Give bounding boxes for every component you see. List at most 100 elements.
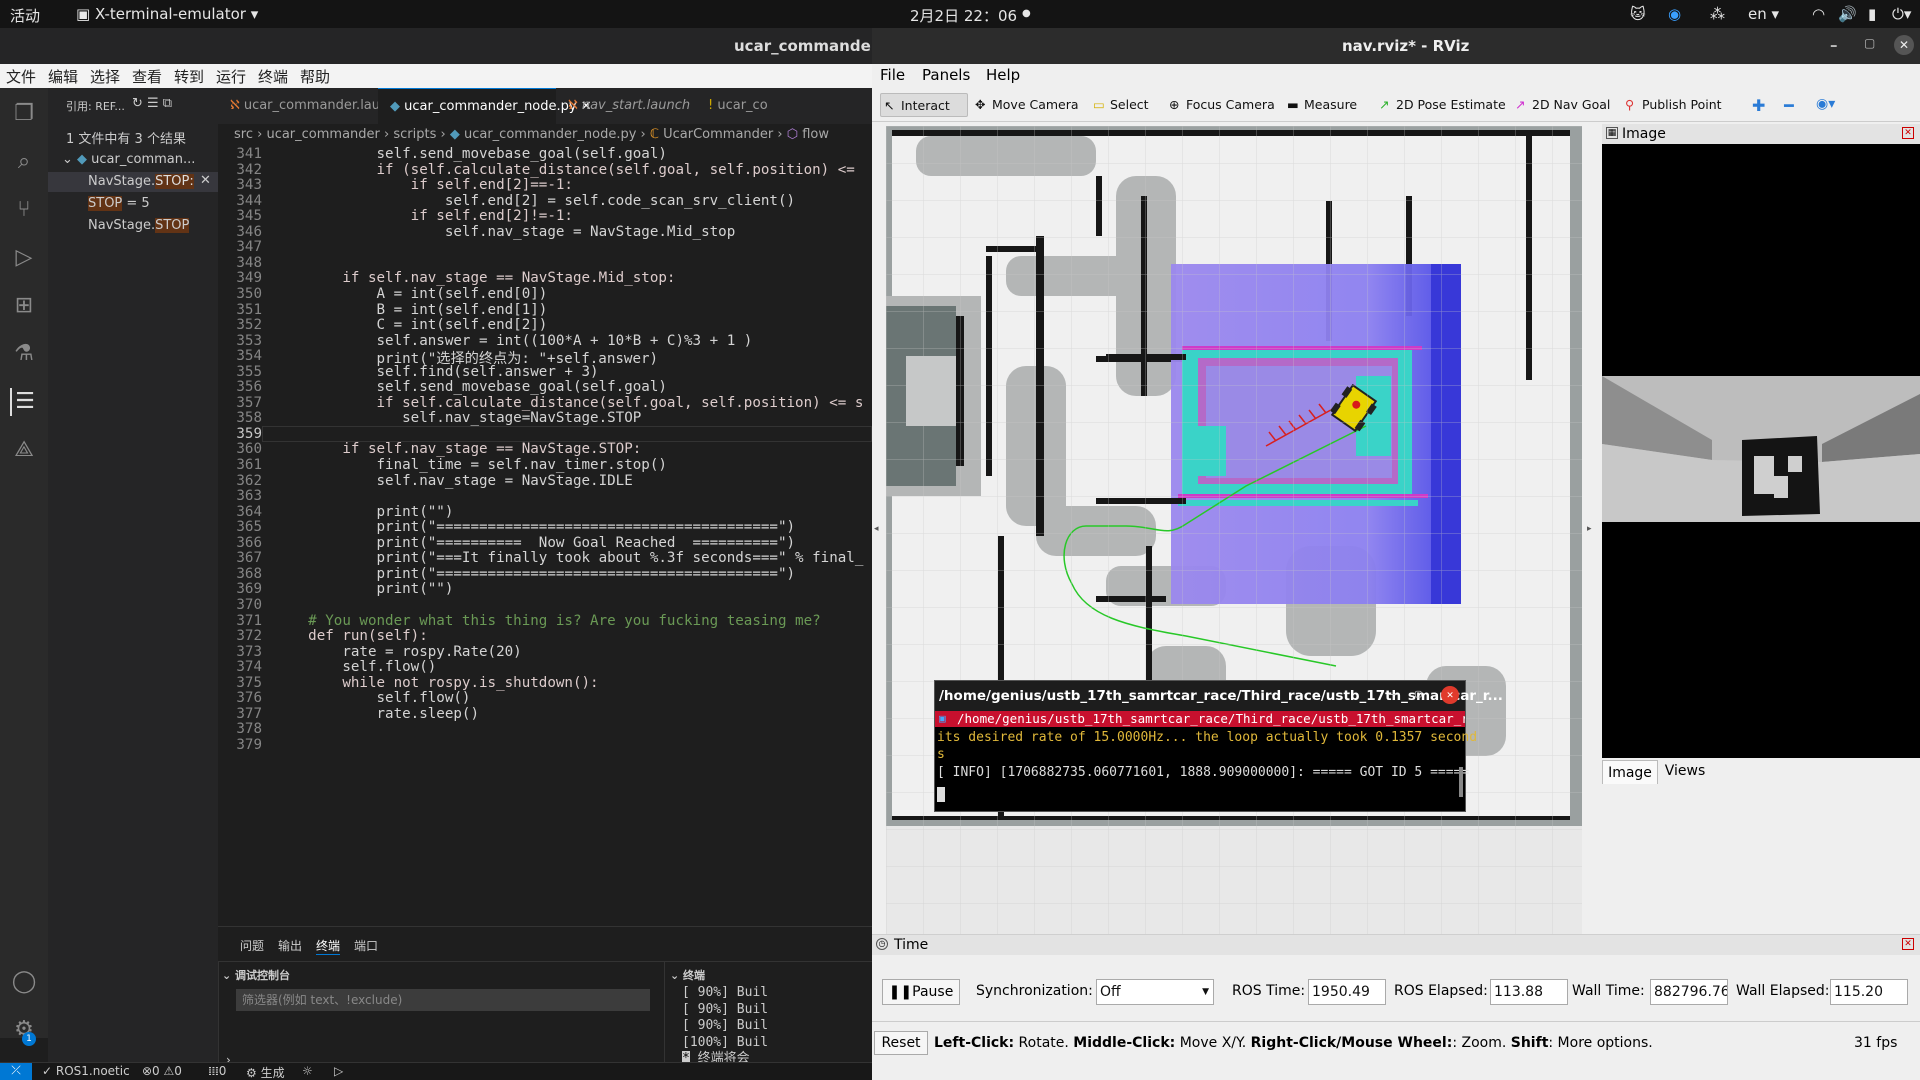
terminal-popup[interactable]: /home/genius/ustb_17th_samrtcar_race/Thi… (934, 680, 1503, 812)
terminal-close-icon[interactable]: ✕ (1441, 686, 1459, 704)
tool-interact[interactable]: ↖ Interact (880, 93, 968, 117)
activity-bar: ❐ ⌕ ⑂ ▷ ⊞ ⚗ ☰ ⟁ ◯ ⚙ (0, 88, 48, 1042)
build-button[interactable]: ⚙ 生成 (246, 1064, 285, 1080)
tab-image[interactable]: Image (1602, 760, 1658, 784)
tab-nav-start-launch[interactable]: ℵ nav_start.launch (556, 88, 696, 124)
terminal-header[interactable]: ⌄ 终端 (670, 967, 705, 983)
run-debug-icon[interactable]: ▷ (10, 244, 38, 272)
breadcrumb-src[interactable]: src (234, 127, 253, 142)
result-row[interactable]: STOP = 5 (88, 196, 150, 211)
maximize-icon[interactable]: ▢ (1864, 36, 1875, 50)
close-time-panel-icon[interactable]: ✕ (1902, 938, 1914, 950)
tool-2d-pose-estimate[interactable]: ↗ 2D Pose Estimate (1376, 93, 1506, 117)
result-row[interactable]: NavStage.STOP (88, 218, 190, 233)
reset-button[interactable]: Reset (874, 1031, 928, 1055)
add-tool-icon[interactable]: ✚ (1752, 96, 1765, 115)
close-panel-icon[interactable]: ✕ (1902, 127, 1914, 139)
remote-icon[interactable]: ⟁ (10, 436, 38, 464)
panel-tab-output[interactable]: 输出 (278, 937, 302, 954)
references-icon[interactable]: ☰ (10, 388, 38, 416)
minimize-icon[interactable]: – (1830, 36, 1838, 54)
battery-icon[interactable]: ▮ (1868, 5, 1876, 23)
cat-icon[interactable]: 🐱 (1630, 5, 1646, 23)
debug-filter-input[interactable]: 筛选器(例如 text、!exclude) (236, 989, 650, 1011)
menu-terminal[interactable]: 终端 (258, 66, 288, 87)
collapse-left-icon[interactable]: ◂ (874, 524, 879, 534)
3d-render-view[interactable]: /home/genius/ustb_17th_samrtcar_race/Thi… (886, 126, 1582, 960)
terminal-tab-bar[interactable]: /home/genius/ustb_17th_samrtcar_race/Thi… (935, 711, 1465, 727)
menu-help[interactable]: 帮助 (300, 66, 330, 87)
close-icon[interactable]: ✕ (200, 173, 211, 188)
rviz-menu-help[interactable]: Help (986, 66, 1020, 84)
search-icon[interactable]: ⌕ (10, 148, 38, 176)
close-window-icon[interactable]: ✕ (1894, 35, 1914, 55)
menu-select[interactable]: 选择 (90, 66, 120, 87)
ros-elapsed-field[interactable]: 113.88 (1490, 979, 1568, 1005)
panel-tab-problems[interactable]: 问题 (240, 937, 264, 954)
code-editor[interactable]: 341 self.send_movebase_goal(self.goal) 34… (218, 146, 872, 926)
account-icon[interactable]: ◯ (10, 968, 38, 996)
menu-file[interactable]: 文件 (6, 66, 36, 87)
terminal-scrollbar[interactable] (1459, 767, 1463, 797)
tool-publish-point[interactable]: ⚲ Publish Point (1622, 93, 1722, 117)
file-result[interactable]: ⌄ ◆ ucar_comman... (62, 152, 195, 167)
activities-button[interactable]: 活动 (10, 5, 40, 26)
tool-select[interactable]: ▭ Select (1090, 93, 1149, 117)
breadcrumb-file[interactable]: ucar_commander_node.py (464, 127, 636, 142)
kbd-icon[interactable]: ⁂ (1710, 5, 1725, 23)
tool-properties-icon[interactable]: ◉▾ (1816, 96, 1835, 112)
volume-icon[interactable]: 🔊 (1838, 5, 1857, 23)
clock[interactable]: 2月2日 22：06 (910, 5, 1017, 26)
problems-count[interactable]: ⊗0 ⚠0 (142, 1064, 182, 1078)
panel-tab-terminal[interactable]: 终端 (316, 937, 341, 955)
tool-measure[interactable]: ▬ Measure (1284, 93, 1357, 117)
pause-button[interactable]: ❚❚Pause (882, 979, 960, 1005)
line-number: 366 (236, 534, 262, 551)
tab-ucar-co[interactable]: ! ucar_co (696, 88, 872, 124)
ros-time-field[interactable]: 1950.49 (1308, 979, 1386, 1005)
remote-indicator-icon[interactable]: ⤫ (0, 1063, 32, 1080)
breadcrumb-class[interactable]: UcarCommander (663, 127, 773, 142)
source-control-icon[interactable]: ⑂ (10, 196, 38, 224)
result-row-active[interactable]: NavStage.STOP: ✕ (48, 172, 218, 192)
wifi-icon[interactable]: ◠ (1812, 5, 1825, 23)
tab-ucar-commander-launch[interactable]: ℵ ucar_commander.launch (218, 88, 404, 124)
language-indicator[interactable]: en ▾ (1748, 5, 1779, 23)
rviz-menu-panels[interactable]: Panels (922, 66, 970, 84)
wall-time-field[interactable]: 882796.76 (1650, 979, 1728, 1005)
menu-edit[interactable]: 编辑 (48, 66, 78, 87)
ros-version[interactable]: ✓ ROS1.noetic (42, 1064, 130, 1078)
app-menu[interactable]: ▣ X-terminal-emulator ▾ (76, 5, 258, 23)
menu-run[interactable]: 运行 (216, 66, 246, 87)
menu-view[interactable]: 查看 (132, 66, 162, 87)
explorer-icon[interactable]: ❐ (10, 100, 38, 128)
testing-icon[interactable]: ⚗ (10, 340, 38, 368)
remove-tool-icon[interactable]: ━ (1784, 96, 1794, 115)
sync-select[interactable]: Off ▼ (1096, 979, 1214, 1005)
tool-2d-nav-goal[interactable]: ↗ 2D Nav Goal (1512, 93, 1610, 117)
terminal-warning-text: its desired rate of 15.0000Hz... the loo… (937, 729, 1477, 763)
rviz-menu-file[interactable]: File (880, 66, 905, 84)
debug-console-header[interactable]: ⌄ 调试控制台 (222, 967, 290, 983)
edge-icon[interactable]: ◉ (1668, 5, 1681, 23)
tool-move-camera[interactable]: ✥ Move Camera (972, 93, 1079, 117)
collapse-right-icon[interactable]: ▸ (1587, 524, 1592, 534)
wall-elapsed-field[interactable]: 115.20 (1830, 979, 1908, 1005)
ports-count[interactable]: 𝍖0 (208, 1064, 226, 1078)
menu-goto[interactable]: 转到 (174, 66, 204, 87)
tool-focus-camera[interactable]: ⊕ Focus Camera (1166, 93, 1275, 117)
breadcrumb-scripts[interactable]: scripts (393, 127, 436, 142)
refresh-icon[interactable]: ↻ ☰ ⧉ (132, 96, 172, 111)
debug-icon[interactable]: ☼ (302, 1064, 313, 1078)
terminal-minimize-icon[interactable]: – (1389, 687, 1397, 702)
panel-tab-ports[interactable]: 端口 (354, 937, 378, 954)
breadcrumb-pkg[interactable]: ucar_commander (266, 127, 379, 142)
tab-ucar-commander-node[interactable]: ◆ ucar_commander_node.py ✕ (378, 88, 592, 124)
power-menu-icon[interactable]: ⏻▾ (1892, 5, 1911, 23)
play-icon[interactable]: ▷ (334, 1064, 343, 1078)
extensions-icon[interactable]: ⊞ (10, 292, 38, 320)
tab-views[interactable]: Views (1660, 760, 1710, 782)
terminal-output[interactable]: [ 90%] Buil [ 90%] Buil [ 90%] Buil [100… (682, 985, 768, 1068)
terminal-maximize-icon[interactable]: ▢ (1415, 687, 1422, 700)
breadcrumb-method[interactable]: flow (802, 127, 829, 142)
